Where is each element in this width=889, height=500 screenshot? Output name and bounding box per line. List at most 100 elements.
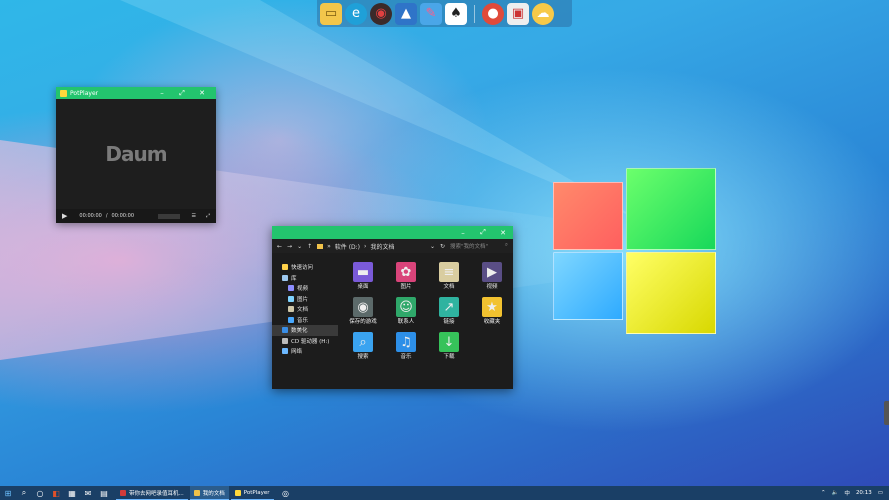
potplayer-titlebar[interactable]: PotPlayer – ⤢ ✕: [56, 87, 216, 99]
nav-item-icon: [288, 316, 294, 323]
minimize-button[interactable]: –: [453, 229, 473, 237]
close-button[interactable]: ✕: [192, 89, 212, 97]
fullscreen-icon[interactable]: ⤢: [206, 213, 210, 219]
folder-icon[interactable]: ▭: [320, 2, 342, 25]
notification-icon[interactable]: ▭: [878, 490, 883, 496]
playback-controls: ▶ 00:00:00 / 00:00:00 ☰ ⤢: [56, 209, 216, 223]
browser-icon: [120, 489, 126, 496]
playlist-icon[interactable]: ☰: [192, 213, 196, 219]
folder-tile[interactable]: ↓ 下载: [428, 332, 470, 367]
minimize-button[interactable]: –: [152, 89, 172, 97]
taskbar-app-button[interactable]: 带你去网吧录值耳机...: [116, 486, 188, 500]
nav-item-label: 快速访问: [291, 265, 314, 272]
office-icon[interactable]: ◧: [48, 486, 64, 500]
folder-label: 搜索: [357, 354, 369, 360]
folder-tile[interactable]: ☺ 联系人: [385, 297, 427, 332]
folder-tile[interactable]: ♫ 音乐: [385, 332, 427, 367]
forward-arrow-icon[interactable]: →: [287, 243, 292, 250]
documents-icon: ≡: [439, 262, 459, 282]
play-icon[interactable]: ▶: [62, 212, 67, 220]
taskbar-app-label: 我的文档: [202, 490, 225, 497]
photos-icon[interactable]: ▲: [395, 2, 417, 25]
refresh-icon[interactable]: ↻: [440, 243, 445, 250]
nav-item-label: 音乐: [297, 317, 309, 324]
breadcrumb-drive[interactable]: 软件 (D:): [335, 242, 360, 251]
nav-item[interactable]: 音乐: [272, 315, 338, 326]
taskbar-app-label: 带你去网吧录值耳机...: [129, 490, 184, 497]
up-arrow-icon[interactable]: ↑: [307, 243, 312, 250]
folder-tile[interactable]: ✿ 图片: [385, 262, 427, 297]
search-input[interactable]: 搜索"我的文档" ⌕: [450, 242, 508, 250]
search-icon[interactable]: ⌕: [16, 486, 32, 500]
contacts-icon: ☺: [396, 297, 416, 317]
folder-tile[interactable]: ▶ 视频: [471, 262, 513, 297]
maximize-button[interactable]: ⤢: [172, 89, 192, 98]
edge-handle[interactable]: [884, 401, 889, 425]
nav-item[interactable]: 图片: [272, 294, 338, 305]
edge-icon[interactable]: e: [345, 2, 367, 25]
favorites-icon: ★: [482, 297, 502, 317]
breadcrumb-folder[interactable]: 我的文档: [370, 242, 394, 251]
folder-label: 音乐: [400, 354, 412, 360]
downloads-icon: ↓: [439, 332, 459, 352]
mail-icon[interactable]: ✉: [80, 486, 96, 500]
chrome-icon[interactable]: ◎: [278, 486, 294, 500]
nav-item[interactable]: 文档: [272, 304, 338, 315]
solitaire-icon[interactable]: ♠: [445, 2, 467, 25]
nav-item[interactable]: 数美化: [272, 325, 338, 336]
time-total: 00:00:00: [111, 213, 135, 219]
folder-tile[interactable]: ◉ 保存的游戏: [342, 297, 384, 332]
tray-expand-icon[interactable]: ⌃: [821, 490, 826, 496]
folder-tile[interactable]: ⌕ 搜索: [342, 332, 384, 367]
nav-item-icon: [288, 285, 294, 292]
taskbar-app-button[interactable]: 我的文档: [189, 486, 229, 500]
folder-label: 桌面: [357, 284, 369, 290]
address-bar: ← → ⌄ ↑ » 软件 (D:) › 我的文档 ⌄ ↻ 搜索"我的文档" ⌕: [272, 239, 513, 253]
search-folder-icon: ⌕: [353, 332, 373, 352]
links-icon: ↗: [439, 297, 459, 317]
folder-tile[interactable]: ↗ 链接: [428, 297, 470, 332]
maps-pin-icon[interactable]: ●: [482, 2, 504, 25]
pictures-icon: ✿: [396, 262, 416, 282]
explorer-titlebar[interactable]: – ⤢ ✕: [272, 226, 513, 239]
start-windows-icon[interactable]: ⊞: [0, 486, 16, 500]
daum-logo: Daum: [105, 142, 167, 166]
maximize-button[interactable]: ⤢: [473, 228, 493, 237]
chevron-down-icon[interactable]: ⌄: [430, 243, 435, 250]
folder-tile[interactable]: ★ 收藏夹: [471, 297, 513, 332]
saved-games-icon: ◉: [353, 297, 373, 317]
cortana-icon[interactable]: ○: [32, 486, 48, 500]
weather-icon[interactable]: ☁: [532, 2, 554, 25]
taskbar-app-button[interactable]: PotPlayer: [230, 486, 274, 500]
nav-item[interactable]: 快速访问: [272, 262, 338, 273]
folder-tile[interactable]: ≡ 文档: [428, 262, 470, 297]
input-method-icon[interactable]: 中: [844, 489, 850, 497]
clock[interactable]: 20:13: [856, 490, 872, 496]
explorer-window[interactable]: – ⤢ ✕ ← → ⌄ ↑ » 软件 (D:) › 我的文档 ⌄ ↻ 搜索"我的…: [272, 226, 513, 389]
potplayer-window[interactable]: PotPlayer – ⤢ ✕ Daum ▶ 00:00:00 / 00:00:…: [56, 87, 216, 223]
music-folder-icon: ♫: [396, 332, 416, 352]
screen-capture-icon[interactable]: ▣: [507, 2, 529, 25]
back-arrow-icon[interactable]: ←: [277, 243, 282, 250]
taskbar: ⊞ ⌕ ○ ◧ ▦ ✉ ▤ 带你去网吧录值耳机... 我的文档 PotPlayer …: [0, 486, 889, 500]
calculator-icon[interactable]: ▦: [64, 486, 80, 500]
nav-item-label: 数美化: [291, 328, 308, 335]
nav-item[interactable]: CD 驱动器 (H:): [272, 336, 338, 347]
nav-item[interactable]: 库: [272, 273, 338, 284]
music-player-icon[interactable]: ◉: [370, 2, 392, 25]
folder-label: 图片: [400, 284, 412, 290]
potplayer-title: PotPlayer: [70, 89, 99, 97]
folder-label: 视频: [486, 284, 498, 290]
chevron-down-icon[interactable]: ⌄: [297, 243, 302, 250]
paint-icon[interactable]: ✎: [420, 2, 442, 25]
store-icon[interactable]: ▤: [96, 486, 112, 500]
nav-item[interactable]: 网络: [272, 346, 338, 357]
seek-bar[interactable]: [158, 213, 180, 219]
close-button[interactable]: ✕: [493, 229, 513, 237]
folder-tile[interactable]: ▬ 桌面: [342, 262, 384, 297]
video-area[interactable]: Daum: [56, 99, 216, 209]
volume-icon[interactable]: 🔈: [832, 490, 839, 496]
nav-item[interactable]: 视频: [272, 283, 338, 294]
breadcrumb[interactable]: » 软件 (D:) › 我的文档: [317, 242, 425, 251]
search-icon: ⌕: [504, 242, 508, 248]
